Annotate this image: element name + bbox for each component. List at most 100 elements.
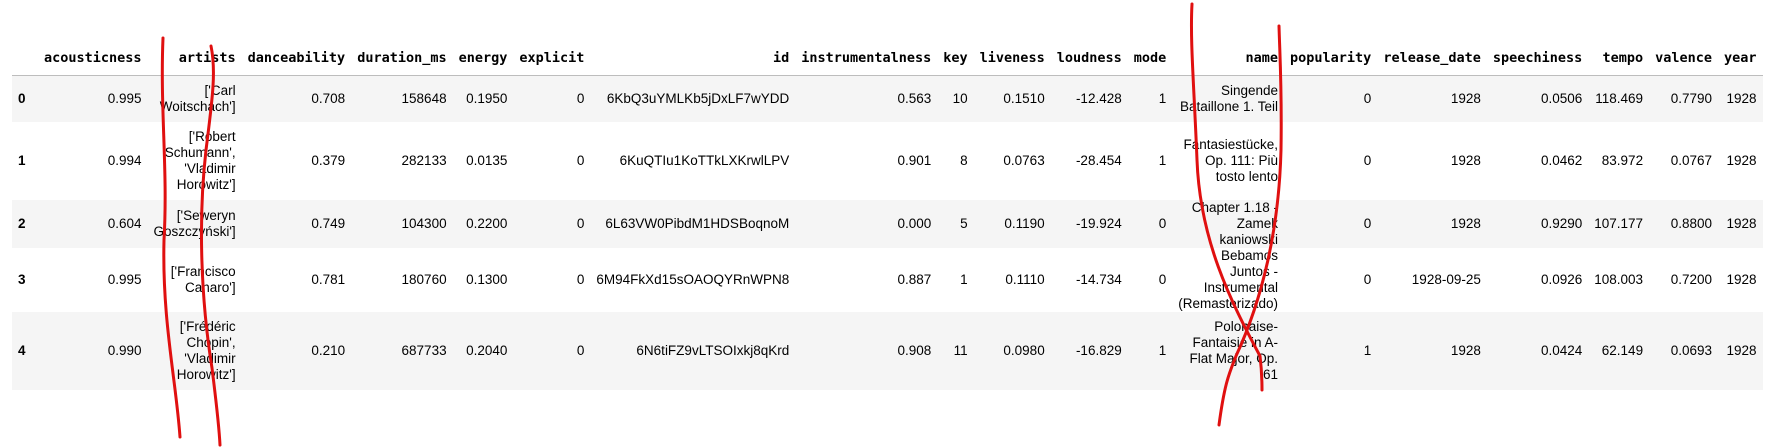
header-row: acousticness artists danceability durati… xyxy=(12,50,1763,76)
cell-year: 1928 xyxy=(1726,152,1757,168)
row-index: 1 xyxy=(18,153,26,168)
column-header: duration_ms xyxy=(357,50,447,66)
column-header: liveness xyxy=(979,50,1045,66)
cell-loudness: -28.454 xyxy=(1075,152,1122,168)
cell-duration-ms: 282133 xyxy=(401,152,447,168)
row-index: 3 xyxy=(18,272,26,287)
table-body: 0 0.995 ['Carl Woitschach'] 0.708 158648 0.19… xyxy=(12,75,1763,390)
column-header: speechiness xyxy=(1492,50,1583,66)
cell-speechiness: 0.0424 xyxy=(1540,342,1583,358)
column-header: loudness xyxy=(1056,50,1122,66)
cell-acousticness: 0.995 xyxy=(107,90,142,106)
cell-speechiness: 0.0506 xyxy=(1540,90,1583,106)
cell-popularity: 0 xyxy=(1363,215,1372,231)
cell-artists: ['Francisco Canaro'] xyxy=(170,263,236,295)
column-header: instrumentalness xyxy=(801,50,932,66)
column-header: key xyxy=(943,50,968,66)
cell-popularity: 1 xyxy=(1363,342,1372,358)
cell-key: 10 xyxy=(952,90,968,106)
column-header: year xyxy=(1723,50,1757,66)
column-header: release_date xyxy=(1383,50,1481,66)
index-header xyxy=(12,50,38,76)
cell-year: 1928 xyxy=(1726,271,1757,287)
cell-mode: 0 xyxy=(1158,215,1167,231)
cell-instrumentalness: 0.908 xyxy=(897,342,932,358)
column-header: danceability xyxy=(247,50,346,66)
cell-energy: 0.0135 xyxy=(466,152,508,168)
cell-explicit: 0 xyxy=(576,215,585,231)
cell-id: 6L63VW0PibdM1HDSBoqnoM xyxy=(605,215,790,231)
cell-acousticness: 0.994 xyxy=(107,152,142,168)
column-header: acousticness xyxy=(44,50,142,66)
row-index: 4 xyxy=(18,343,26,358)
cell-tempo: 83.972 xyxy=(1601,152,1644,168)
cell-energy: 0.2200 xyxy=(466,215,508,231)
cell-liveness: 0.0980 xyxy=(1003,342,1045,358)
cell-duration-ms: 158648 xyxy=(401,90,447,106)
row-index: 2 xyxy=(18,216,26,231)
row-index: 0 xyxy=(18,91,26,107)
table-row: 1 0.994 ['Robert Schumann', 'Vladimir Horo… xyxy=(12,122,1763,200)
cell-acousticness: 0.990 xyxy=(107,342,142,358)
cell-name: Fantasiestücke, Op. 111: Più tosto lento xyxy=(1183,136,1279,184)
cell-speechiness: 0.0926 xyxy=(1540,271,1583,287)
cell-year: 1928 xyxy=(1726,90,1757,106)
column-header: valence xyxy=(1655,50,1712,66)
cell-duration-ms: 180760 xyxy=(401,271,447,287)
cell-explicit: 0 xyxy=(576,90,585,106)
cell-id: 6M94FkXd15sOAOQYRnWPN8 xyxy=(596,271,790,287)
cell-id: 6N6tiFZ9vLTSOIxkj8qKrd xyxy=(636,342,790,358)
cell-mode: 1 xyxy=(1158,342,1167,358)
cell-loudness: -12.428 xyxy=(1075,90,1122,106)
cell-instrumentalness: 0.563 xyxy=(897,90,932,106)
cell-loudness: -14.734 xyxy=(1075,271,1122,287)
column-header: tempo xyxy=(1602,50,1644,66)
cell-mode: 0 xyxy=(1158,271,1167,287)
column-header: id xyxy=(772,50,790,66)
cell-danceability: 0.708 xyxy=(311,90,346,106)
cell-popularity: 0 xyxy=(1363,90,1372,106)
cell-tempo: 118.469 xyxy=(1595,90,1644,106)
column-header: popularity xyxy=(1290,50,1372,66)
cell-tempo: 62.149 xyxy=(1601,342,1644,358)
cell-release-date: 1928 xyxy=(1450,342,1481,358)
cell-popularity: 0 xyxy=(1363,152,1372,168)
cell-id: 6KbQ3uYMLKb5jDxLF7wYDD xyxy=(606,90,790,106)
cell-tempo: 107.177 xyxy=(1594,215,1644,231)
cell-loudness: -16.829 xyxy=(1075,342,1122,358)
cell-key: 5 xyxy=(960,215,968,231)
cell-key: 11 xyxy=(953,342,968,358)
column-header: artists xyxy=(178,50,236,66)
cell-instrumentalness: 0.887 xyxy=(897,271,932,287)
cell-energy: 0.2040 xyxy=(466,342,508,358)
cell-speechiness: 0.0462 xyxy=(1540,152,1583,168)
cell-duration-ms: 687733 xyxy=(401,342,447,358)
cell-acousticness: 0.995 xyxy=(107,271,142,287)
cell-danceability: 0.210 xyxy=(311,342,346,358)
cell-name: Bebamos Juntos - Instrumental (Remasteri… xyxy=(1178,247,1279,311)
cell-instrumentalness: 0.000 xyxy=(897,215,932,231)
cell-danceability: 0.749 xyxy=(311,215,346,231)
cell-mode: 1 xyxy=(1158,90,1167,106)
cell-liveness: 0.0763 xyxy=(1003,152,1045,168)
cell-id: 6KuQTIu1KoTTkLXKrwlLPV xyxy=(619,152,790,168)
cell-name: Singende Bataillone 1. Teil xyxy=(1179,82,1279,114)
cell-release-date: 1928 xyxy=(1450,215,1481,231)
table-row: 4 0.990 ['Frédéric Chopin', 'Vladimir Horo… xyxy=(12,311,1763,390)
cell-explicit: 0 xyxy=(576,271,585,287)
dataframe-output: acousticness artists danceability durati… xyxy=(12,50,1763,390)
cell-valence: 0.8800 xyxy=(1670,215,1712,231)
cell-danceability: 0.781 xyxy=(311,271,346,287)
cell-explicit: 0 xyxy=(576,152,585,168)
table-row: 0 0.995 ['Carl Woitschach'] 0.708 158648 0.19… xyxy=(12,75,1763,122)
cell-key: 1 xyxy=(960,271,968,287)
cell-liveness: 0.1110 xyxy=(1005,271,1045,287)
cell-energy: 0.1950 xyxy=(466,90,508,106)
column-header: mode xyxy=(1133,50,1167,66)
dataframe-table: acousticness artists danceability durati… xyxy=(12,50,1763,390)
column-header: explicit xyxy=(519,50,585,66)
cell-acousticness: 0.604 xyxy=(107,215,142,231)
cell-tempo: 108.003 xyxy=(1594,271,1644,287)
cell-liveness: 0.1190 xyxy=(1004,215,1045,231)
table-header: acousticness artists danceability durati… xyxy=(12,50,1763,76)
